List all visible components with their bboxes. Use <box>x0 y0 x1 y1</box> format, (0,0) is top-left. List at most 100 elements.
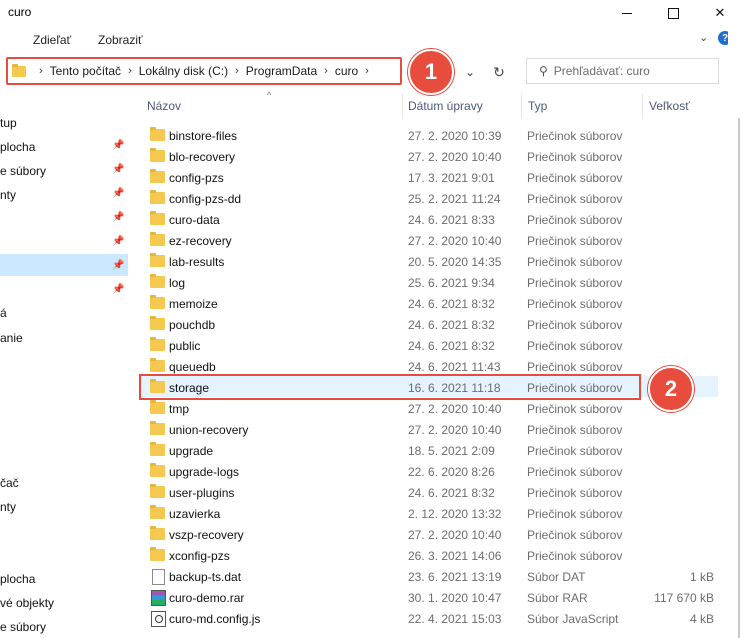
refresh-button[interactable]: ↻ <box>486 60 512 84</box>
chevron-right-icon[interactable]: › <box>324 65 328 77</box>
nav-item[interactable]: e súbory <box>0 620 46 634</box>
folder-icon <box>150 190 165 204</box>
nav-item[interactable]: plocha <box>0 572 35 586</box>
file-date: 22. 4. 2021 15:03 <box>408 612 502 626</box>
file-date: 27. 2. 2020 10:39 <box>408 129 502 143</box>
pin-icon[interactable]: 📌 <box>112 164 124 175</box>
pin-icon[interactable]: 📌 <box>112 236 124 247</box>
file-row[interactable]: upgrade-logs 22. 6. 2020 8:26 Priečinok sú… <box>140 461 720 482</box>
breadcrumb-curo[interactable]: curo <box>335 64 358 78</box>
chevron-right-icon[interactable]: › <box>235 65 239 77</box>
nav-item[interactable]: vé objekty <box>0 596 54 610</box>
file-name: config-pzs-dd <box>169 192 242 206</box>
file-row[interactable]: curo-demo.rar 30. 1. 2020 10:47 Súbor RAR 1… <box>140 587 720 608</box>
folder-icon <box>150 148 165 162</box>
column-header-type[interactable]: Typ <box>528 99 547 113</box>
nav-item[interactable]: čač <box>0 476 19 490</box>
file-row[interactable]: vszp-recovery 27. 2. 2020 10:40 Priečinok … <box>140 524 720 545</box>
file-row[interactable]: ez-recovery 27. 2. 2020 10:40 Priečinok sú… <box>140 230 720 251</box>
file-row[interactable]: memoize 24. 6. 2021 8:32 Priečinok súborov <box>140 293 720 314</box>
chevron-right-icon[interactable]: › <box>365 65 369 77</box>
column-header-date[interactable]: Dátum úpravy <box>408 99 483 113</box>
nav-item[interactable]: á <box>0 306 7 320</box>
pin-icon[interactable]: 📌 <box>112 140 124 151</box>
nav-item[interactable]: nty <box>0 188 16 202</box>
file-type: Priečinok súborov <box>527 297 623 311</box>
file-icon <box>152 569 165 585</box>
column-divider[interactable] <box>402 94 403 118</box>
file-row[interactable]: xconfig-pzs 26. 3. 2021 14:06 Priečinok sú… <box>140 545 720 566</box>
nav-item[interactable]: plocha <box>0 140 35 154</box>
rar-archive-icon <box>151 590 166 606</box>
file-name: queuedb <box>169 360 216 374</box>
pin-icon[interactable]: 📌 <box>112 284 124 295</box>
file-row[interactable]: curo-md.config.js 22. 4. 2021 15:03 Súbor … <box>140 608 720 629</box>
file-row[interactable]: union-recovery 27. 2. 2020 10:40 Priečinok… <box>140 419 720 440</box>
breadcrumb-local-disk[interactable]: Lokálny disk (C:) <box>139 64 228 78</box>
file-row[interactable]: curo-data 24. 6. 2021 8:33 Priečinok súbor… <box>140 209 720 230</box>
folder-icon <box>150 484 165 498</box>
pin-icon[interactable]: 📌 <box>112 260 124 271</box>
file-row[interactable]: user-plugins 24. 6. 2021 8:32 Priečinok sú… <box>140 482 720 503</box>
folder-icon <box>150 274 165 288</box>
file-row[interactable]: pouchdb 24. 6. 2021 8:32 Priečinok súborov <box>140 314 720 335</box>
search-box[interactable]: ⚲ Prehľadávať: curo <box>526 58 719 84</box>
file-row[interactable]: uzavierka 2. 12. 2020 13:32 Priečinok súbo… <box>140 503 720 524</box>
chevron-right-icon[interactable]: › <box>128 65 132 77</box>
file-name: xconfig-pzs <box>169 549 230 563</box>
folder-icon <box>150 148 165 162</box>
folder-icon <box>150 253 165 267</box>
tab-share[interactable]: Zdieľať <box>33 33 71 47</box>
folder-icon <box>150 295 165 309</box>
folder-icon <box>150 505 165 519</box>
pin-icon[interactable]: 📌 <box>112 188 124 199</box>
file-row[interactable]: binstore-files 27. 2. 2020 10:39 Priečinok… <box>140 125 720 146</box>
close-icon: ✕ <box>714 5 726 20</box>
file-row[interactable]: upgrade 18. 5. 2021 2:09 Priečinok súborov <box>140 440 720 461</box>
folder-icon <box>150 127 165 141</box>
file-date: 2. 12. 2020 13:32 <box>408 507 502 521</box>
close-button[interactable]: ✕ <box>697 0 743 26</box>
file-type: Priečinok súborov <box>527 129 623 143</box>
vertical-scrollbar[interactable] <box>728 26 743 633</box>
column-divider[interactable] <box>642 94 643 118</box>
scrollbar-thumb[interactable] <box>738 118 740 638</box>
file-row[interactable]: public 24. 6. 2021 8:32 Priečinok súborov <box>140 335 720 356</box>
ribbon-collapse-chevron-icon[interactable]: ⌄ <box>699 31 708 44</box>
column-divider[interactable] <box>521 94 522 118</box>
file-date: 30. 1. 2020 10:47 <box>408 591 502 605</box>
folder-icon <box>150 442 165 456</box>
search-input[interactable]: Prehľadávať: curo <box>554 64 650 78</box>
address-history-dropdown[interactable]: ⌄ <box>457 60 483 84</box>
tab-view[interactable]: Zobraziť <box>98 33 143 47</box>
nav-item[interactable]: nty <box>0 500 16 514</box>
address-bar[interactable]: › Tento počítač › Lokálny disk (C:) › Pr… <box>6 57 402 85</box>
chevron-right-icon[interactable]: › <box>39 65 43 77</box>
breadcrumb-programdata[interactable]: ProgramData <box>246 64 317 78</box>
file-row[interactable]: tmp 27. 2. 2020 10:40 Priečinok súborov <box>140 398 720 419</box>
minimize-button[interactable] <box>604 0 650 26</box>
file-name: user-plugins <box>169 486 235 500</box>
breadcrumb-this-pc[interactable]: Tento počítač <box>50 64 121 78</box>
file-name: curo-md.config.js <box>169 612 261 626</box>
nav-item[interactable]: e súbory <box>0 164 46 178</box>
window-title: curo <box>8 5 32 19</box>
nav-item[interactable]: anie <box>0 331 23 345</box>
column-header-size[interactable]: Veľkosť <box>649 99 690 113</box>
file-size: 1 kB <box>689 570 714 584</box>
file-row[interactable]: config-pzs 17. 3. 2021 9:01 Priečinok súbo… <box>140 167 720 188</box>
file-row[interactable]: config-pzs-dd 25. 2. 2021 11:24 Priečinok … <box>140 188 720 209</box>
column-header-name[interactable]: Názov <box>147 99 181 113</box>
folder-icon <box>150 316 165 330</box>
maximize-button[interactable] <box>650 0 696 26</box>
file-row[interactable]: blo-recovery 27. 2. 2020 10:40 Priečinok s… <box>140 146 720 167</box>
file-type: Priečinok súborov <box>527 234 623 248</box>
folder-icon <box>150 547 165 561</box>
file-type: Priečinok súborov <box>527 528 623 542</box>
file-row[interactable]: lab-results 20. 5. 2020 14:35 Priečinok sú… <box>140 251 720 272</box>
file-row[interactable]: backup-ts.dat 23. 6. 2021 13:19 Súbor DAT 1… <box>140 566 720 587</box>
file-row[interactable]: log 25. 6. 2021 9:34 Priečinok súborov <box>140 272 720 293</box>
file-name: curo-demo.rar <box>169 591 245 605</box>
nav-item[interactable]: tup <box>0 116 17 130</box>
pin-icon[interactable]: 📌 <box>112 212 124 223</box>
